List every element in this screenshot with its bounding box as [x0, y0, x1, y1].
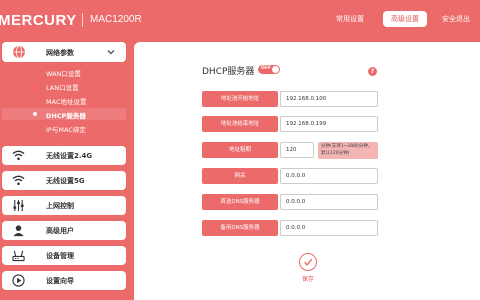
sidebar-item-setup-wizard[interactable]: 设置向导 [2, 271, 126, 290]
brand-logo: MERCURY [0, 12, 77, 29]
sidebar-item-label: 无线设置5G [46, 177, 85, 185]
save-button[interactable] [299, 253, 317, 271]
sidebar-item-label: 设备管理 [46, 252, 74, 260]
sidebar-subitem-wan[interactable]: WAN口设置 [46, 68, 81, 78]
sidebar-item-label: 设置向导 [46, 277, 74, 285]
field-label-gateway: 网关 [202, 168, 278, 184]
active-dot-icon [33, 112, 37, 116]
sidebar-item-label: 上网控制 [46, 202, 74, 210]
nav-common-settings[interactable]: 常用设置 [330, 11, 370, 27]
top-bar: MERCURY MAC1200R 常用设置 高级设置 安全退出 [0, 0, 480, 38]
sidebar-item-wireless-24g[interactable]: 无线设置2.4G [2, 146, 126, 165]
lease-time-hint: 分钟(支持1~2880分钟，默认120分钟) [318, 142, 378, 159]
save-label[interactable]: 保存 [302, 274, 314, 283]
page-title: DHCP服务器 [202, 67, 255, 77]
field-label-pool-end: 地址池结束地址 [202, 116, 278, 132]
sidebar-item-label: 高级用户 [46, 227, 74, 235]
dhcp-toggle[interactable]: OFF [258, 65, 280, 74]
wifi-icon [12, 175, 25, 186]
secondary-dns-input[interactable]: 0.0.0.0 [280, 220, 378, 236]
field-label-pool-start: 地址池开始地址 [202, 91, 278, 107]
router-icon [12, 250, 25, 262]
gateway-input[interactable]: 0.0.0.0 [280, 168, 378, 184]
sidebar-subitem-lan[interactable]: LAN口设置 [46, 82, 79, 92]
wizard-icon [12, 274, 25, 287]
sidebar-subitem-dhcp[interactable]: DHCP服务器 [46, 110, 86, 120]
sidebar-item-advanced-user[interactable]: 高级用户 [2, 221, 126, 240]
user-icon [13, 225, 24, 237]
pool-start-input[interactable]: 192.168.0.100 [280, 91, 378, 107]
wifi-icon [12, 150, 25, 161]
nav-logout[interactable]: 安全退出 [436, 11, 476, 27]
chevron-down-icon [107, 50, 115, 55]
toggle-state-label: OFF [261, 66, 271, 71]
sidebar-item-device-management[interactable]: 设备管理 [2, 246, 126, 265]
pool-end-input[interactable]: 192.168.0.199 [280, 116, 378, 132]
model-name: MAC1200R [90, 14, 142, 25]
checkmark-icon [303, 258, 313, 266]
field-label-secondary-dns: 备用DNS服务器 [202, 220, 278, 236]
sidebar-item-access-control[interactable]: 上网控制 [2, 196, 126, 215]
lease-time-input[interactable]: 120 [280, 142, 314, 158]
sidebar-group-network[interactable]: 网络参数 [2, 42, 126, 62]
help-icon[interactable]: ? [368, 67, 377, 76]
nav-advanced-settings[interactable]: 高级设置 [383, 11, 427, 27]
sidebar-subitem-mac[interactable]: MAC地址设置 [46, 96, 86, 106]
logo-divider [82, 13, 83, 27]
primary-dns-input[interactable]: 0.0.0.0 [280, 194, 378, 210]
sliders-icon [13, 199, 24, 212]
sidebar-item-label: 无线设置2.4G [46, 152, 93, 160]
field-label-primary-dns: 首选DNS服务器 [202, 194, 278, 210]
sidebar-item-wireless-5g[interactable]: 无线设置5G [2, 171, 126, 190]
field-label-lease-time: 地址租期 [202, 142, 278, 158]
globe-icon [13, 45, 25, 59]
sidebar-group-label: 网络参数 [46, 49, 74, 57]
toggle-knob [272, 66, 279, 73]
sidebar-subitem-ip-mac-binding[interactable]: IP与MAC绑定 [46, 124, 86, 134]
